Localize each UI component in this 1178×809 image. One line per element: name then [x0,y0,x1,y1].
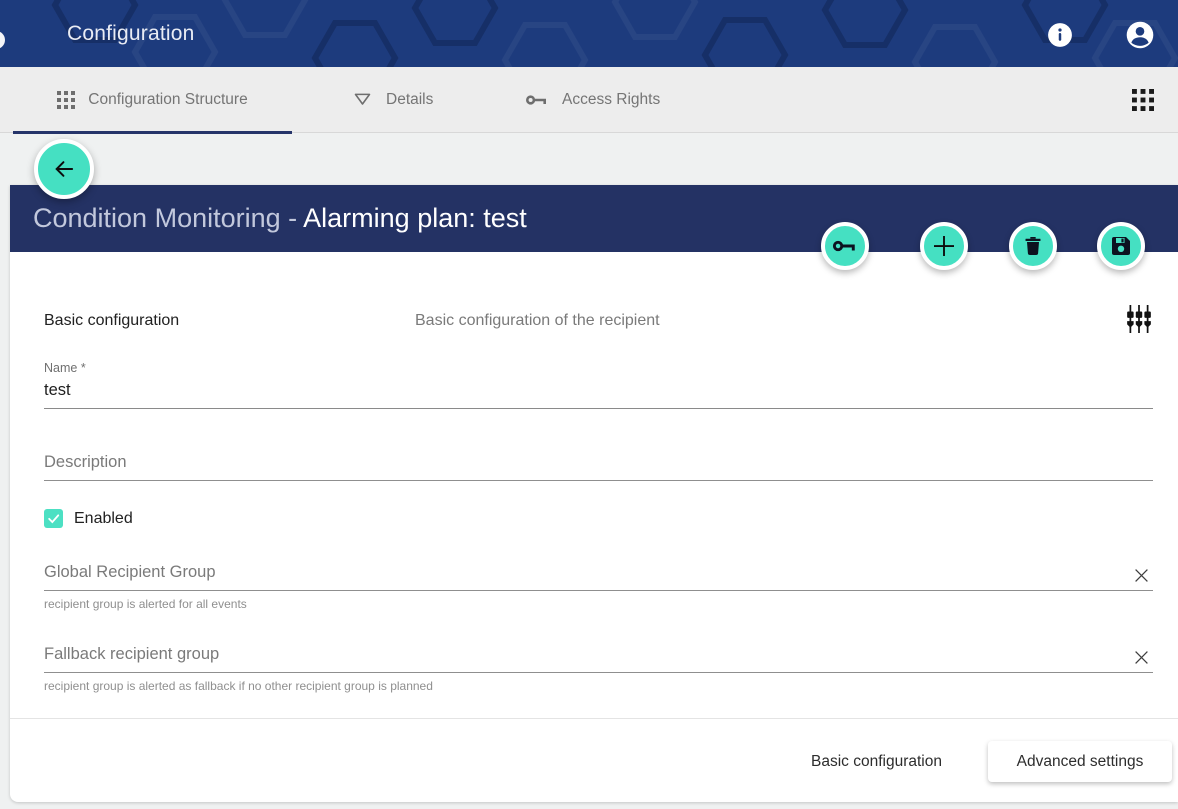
enabled-label: Enabled [74,510,133,528]
banner-title: Condition Monitoring - Alarming plan: te… [33,185,527,252]
tab-label: Access Rights [562,91,660,109]
title-banner: Condition Monitoring - Alarming plan: te… [10,185,1178,252]
delete-icon [1021,234,1045,258]
info-button[interactable] [1047,22,1073,48]
clear-global-recipient-button[interactable] [1132,568,1150,586]
name-field-label: Name * [44,361,86,375]
banner-title-prefix: Condition Monitoring - [33,203,303,233]
global-recipient-group-input[interactable] [44,563,1153,591]
delete-fab[interactable] [1009,222,1057,270]
banner-title-item: Alarming plan: test [303,203,527,233]
save-icon [1109,234,1133,258]
add-fab[interactable] [920,222,968,270]
enabled-checkbox-row[interactable]: Enabled [44,509,133,528]
fallback-recipient-group-input[interactable] [44,645,1153,673]
global-recipient-helper: recipient group is alerted for all event… [44,597,247,611]
account-button[interactable] [1126,21,1154,49]
content-card: Condition Monitoring - Alarming plan: te… [10,185,1178,802]
back-arrow-icon [51,156,77,182]
section-title: Basic configuration [44,312,179,330]
key-icon [832,235,858,257]
tab-configuration-structure[interactable]: Configuration Structure [13,67,292,133]
clear-fallback-recipient-button[interactable] [1132,650,1150,668]
screen: Configuration Configuration Structur [0,0,1178,809]
clear-icon [1134,568,1149,583]
app-header: Configuration [0,0,1178,67]
clear-icon [1134,650,1149,665]
check-icon [46,511,61,526]
key-icon [525,90,549,110]
section-subtitle: Basic configuration of the recipient [415,312,660,330]
tab-bar: Configuration Structure Details Access R… [0,67,1178,133]
tab-label: Details [386,91,433,109]
info-icon [1047,22,1073,48]
description-input[interactable] [44,453,1153,481]
back-button[interactable] [34,139,94,199]
account-icon [1126,21,1154,49]
advanced-settings-button[interactable]: Advanced settings [988,741,1172,782]
save-fab[interactable] [1097,222,1145,270]
basic-configuration-button[interactable]: Basic configuration [805,741,948,782]
access-rights-fab[interactable] [821,222,869,270]
tab-access-rights[interactable]: Access Rights [525,67,660,133]
fallback-recipient-helper: recipient group is alerted as fallback i… [44,679,433,693]
active-tab-underline [13,131,292,134]
enabled-checkbox[interactable] [44,509,63,528]
tune-icon [1126,305,1152,333]
apps-icon [1132,89,1154,111]
name-input[interactable] [44,381,1153,409]
tab-details[interactable]: Details [352,67,433,133]
add-icon [929,231,959,261]
apps-menu-button[interactable] [1132,89,1154,111]
funnel-icon [352,90,373,111]
tab-label: Configuration Structure [88,91,247,109]
footer-divider [10,718,1178,719]
grid-icon [57,91,75,109]
tune-settings-button[interactable] [1125,305,1153,335]
page-title: Configuration [67,0,195,67]
